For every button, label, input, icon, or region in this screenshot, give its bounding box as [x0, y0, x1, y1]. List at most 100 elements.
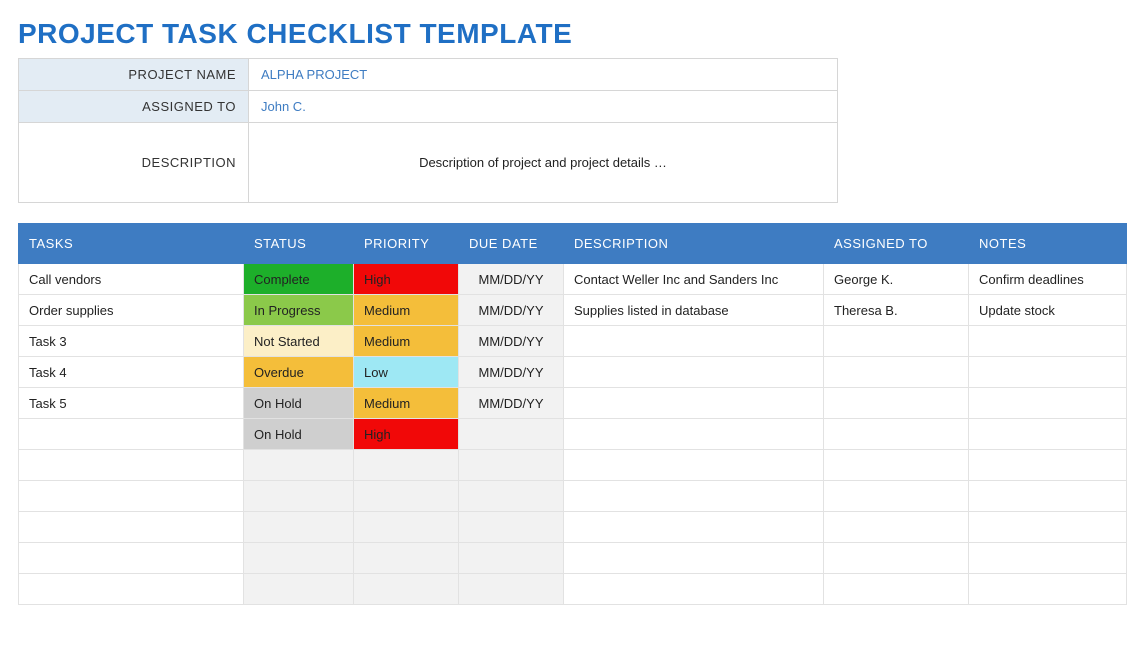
table-row [19, 481, 1127, 512]
table-row: Call vendorsCompleteHighMM/DD/YYContact … [19, 264, 1127, 295]
page-title: PROJECT TASK CHECKLIST TEMPLATE [18, 18, 1127, 50]
cell-status[interactable]: Overdue [244, 357, 354, 388]
cell-description[interactable] [564, 450, 824, 481]
cell-due-date[interactable] [459, 574, 564, 605]
cell-notes[interactable]: Update stock [969, 295, 1127, 326]
cell-description[interactable] [564, 543, 824, 574]
cell-notes[interactable] [969, 574, 1127, 605]
cell-due-date[interactable] [459, 481, 564, 512]
cell-task[interactable] [19, 450, 244, 481]
cell-assigned-to[interactable] [824, 512, 969, 543]
cell-due-date[interactable] [459, 512, 564, 543]
cell-notes[interactable] [969, 419, 1127, 450]
cell-status[interactable]: Complete [244, 264, 354, 295]
assigned-to-value[interactable]: John C. [249, 91, 838, 123]
cell-priority[interactable] [354, 574, 459, 605]
table-row: Task 3Not StartedMediumMM/DD/YY [19, 326, 1127, 357]
table-row: Task 4OverdueLowMM/DD/YY [19, 357, 1127, 388]
cell-task[interactable] [19, 543, 244, 574]
project-name-value[interactable]: ALPHA PROJECT [249, 59, 838, 91]
cell-description[interactable] [564, 326, 824, 357]
cell-status[interactable] [244, 543, 354, 574]
cell-due-date[interactable]: MM/DD/YY [459, 357, 564, 388]
cell-status[interactable]: On Hold [244, 419, 354, 450]
cell-task[interactable]: Order supplies [19, 295, 244, 326]
cell-task[interactable]: Task 3 [19, 326, 244, 357]
cell-status[interactable]: In Progress [244, 295, 354, 326]
info-row-description: DESCRIPTION Description of project and p… [19, 123, 838, 203]
description-value[interactable]: Description of project and project detai… [249, 123, 838, 203]
cell-due-date[interactable] [459, 543, 564, 574]
cell-notes[interactable] [969, 357, 1127, 388]
assigned-to-label: ASSIGNED TO [19, 91, 249, 123]
cell-priority[interactable]: Low [354, 357, 459, 388]
cell-notes[interactable] [969, 512, 1127, 543]
cell-notes[interactable] [969, 481, 1127, 512]
cell-assigned-to[interactable] [824, 388, 969, 419]
cell-notes[interactable] [969, 450, 1127, 481]
cell-notes[interactable]: Confirm deadlines [969, 264, 1127, 295]
col-description: DESCRIPTION [564, 224, 824, 264]
cell-priority[interactable]: High [354, 419, 459, 450]
cell-priority[interactable]: High [354, 264, 459, 295]
cell-task[interactable]: Call vendors [19, 264, 244, 295]
cell-assigned-to[interactable] [824, 543, 969, 574]
project-info-table: PROJECT NAME ALPHA PROJECT ASSIGNED TO J… [18, 58, 838, 203]
cell-assigned-to[interactable]: Theresa B. [824, 295, 969, 326]
cell-status[interactable] [244, 481, 354, 512]
cell-assigned-to[interactable] [824, 326, 969, 357]
table-row: Task 5On HoldMediumMM/DD/YY [19, 388, 1127, 419]
cell-task[interactable] [19, 481, 244, 512]
cell-description[interactable] [564, 419, 824, 450]
cell-status[interactable] [244, 450, 354, 481]
cell-assigned-to[interactable] [824, 450, 969, 481]
cell-task[interactable] [19, 512, 244, 543]
cell-priority[interactable] [354, 481, 459, 512]
cell-description[interactable] [564, 388, 824, 419]
cell-priority[interactable]: Medium [354, 388, 459, 419]
cell-due-date[interactable] [459, 419, 564, 450]
cell-task[interactable]: Task 4 [19, 357, 244, 388]
task-table-body: Call vendorsCompleteHighMM/DD/YYContact … [19, 264, 1127, 605]
cell-status[interactable] [244, 574, 354, 605]
cell-priority[interactable] [354, 543, 459, 574]
table-row [19, 450, 1127, 481]
col-status: STATUS [244, 224, 354, 264]
table-row [19, 512, 1127, 543]
cell-description[interactable]: Supplies listed in database [564, 295, 824, 326]
cell-due-date[interactable]: MM/DD/YY [459, 264, 564, 295]
cell-assigned-to[interactable]: George K. [824, 264, 969, 295]
cell-due-date[interactable] [459, 450, 564, 481]
cell-assigned-to[interactable] [824, 574, 969, 605]
cell-due-date[interactable]: MM/DD/YY [459, 295, 564, 326]
cell-priority[interactable]: Medium [354, 295, 459, 326]
cell-status[interactable]: On Hold [244, 388, 354, 419]
cell-assigned-to[interactable] [824, 357, 969, 388]
cell-description[interactable] [564, 512, 824, 543]
cell-description[interactable] [564, 574, 824, 605]
col-tasks: TASKS [19, 224, 244, 264]
cell-status[interactable] [244, 512, 354, 543]
cell-description[interactable]: Contact Weller Inc and Sanders Inc [564, 264, 824, 295]
cell-priority[interactable] [354, 450, 459, 481]
cell-task[interactable]: Task 5 [19, 388, 244, 419]
cell-notes[interactable] [969, 326, 1127, 357]
cell-status[interactable]: Not Started [244, 326, 354, 357]
cell-notes[interactable] [969, 388, 1127, 419]
cell-priority[interactable]: Medium [354, 326, 459, 357]
cell-priority[interactable] [354, 512, 459, 543]
cell-task[interactable] [19, 574, 244, 605]
info-row-project-name: PROJECT NAME ALPHA PROJECT [19, 59, 838, 91]
table-row: On HoldHigh [19, 419, 1127, 450]
description-label: DESCRIPTION [19, 123, 249, 203]
cell-description[interactable] [564, 481, 824, 512]
task-table: TASKS STATUS PRIORITY DUE DATE DESCRIPTI… [18, 223, 1127, 605]
cell-task[interactable] [19, 419, 244, 450]
cell-due-date[interactable]: MM/DD/YY [459, 388, 564, 419]
cell-assigned-to[interactable] [824, 481, 969, 512]
info-row-assigned-to: ASSIGNED TO John C. [19, 91, 838, 123]
cell-assigned-to[interactable] [824, 419, 969, 450]
cell-description[interactable] [564, 357, 824, 388]
cell-notes[interactable] [969, 543, 1127, 574]
cell-due-date[interactable]: MM/DD/YY [459, 326, 564, 357]
